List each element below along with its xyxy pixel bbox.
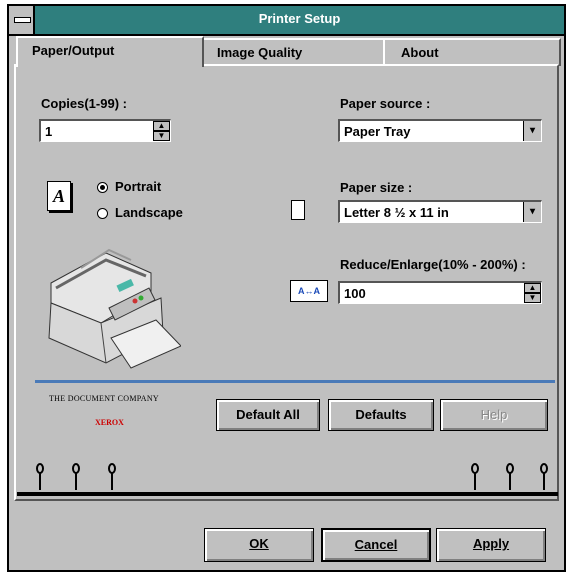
section-divider bbox=[35, 380, 555, 383]
ok-label: OK bbox=[249, 536, 269, 551]
ok-button[interactable]: OK bbox=[204, 528, 314, 562]
defaults-button[interactable]: Defaults bbox=[328, 399, 434, 431]
portrait-radio[interactable] bbox=[97, 182, 108, 193]
tab-image-quality[interactable]: Image Quality bbox=[199, 38, 389, 66]
copies-stepper[interactable]: 1 ▲ ▼ bbox=[39, 119, 171, 142]
tab-about-label: About bbox=[401, 45, 439, 60]
tab-image-quality-label: Image Quality bbox=[217, 45, 303, 60]
paper-size-value: Letter 8 ½ x 11 in bbox=[344, 205, 449, 220]
fax-machine-illustration bbox=[48, 248, 181, 369]
window-title: Printer Setup bbox=[258, 11, 341, 26]
help-button[interactable]: Help bbox=[440, 399, 548, 431]
system-menu-icon bbox=[14, 17, 31, 23]
reduce-enlarge-stepper[interactable]: 100 ▲ ▼ bbox=[338, 281, 542, 304]
portrait-page-icon: A bbox=[47, 181, 71, 211]
spin-down-icon[interactable]: ▼ bbox=[524, 293, 541, 303]
paper-size-select[interactable]: Letter 8 ½ x 11 in ▾ bbox=[338, 200, 542, 223]
brand-tagline: THE DOCUMENT COMPANY bbox=[49, 394, 160, 403]
copies-value: 1 bbox=[45, 124, 53, 139]
xerox-logo: XEROX bbox=[95, 418, 124, 427]
printer-setup-window: Printer Setup Image Quality About Paper/… bbox=[7, 4, 566, 572]
dropdown-arrow-icon[interactable]: ▾ bbox=[523, 202, 541, 222]
reduce-enlarge-icon: A↔A bbox=[290, 280, 328, 302]
landscape-radio[interactable] bbox=[97, 208, 108, 219]
spin-up-icon[interactable]: ▲ bbox=[153, 121, 170, 131]
tab-paper-output-label: Paper/Output bbox=[32, 43, 115, 58]
apply-button[interactable]: Apply bbox=[436, 528, 546, 562]
paper-source-value: Paper Tray bbox=[344, 124, 411, 139]
paper-size-label: Paper size : bbox=[340, 180, 413, 195]
reduce-enlarge-label: Reduce/Enlarge(10% - 200%) : bbox=[340, 257, 526, 272]
title-bar[interactable]: Printer Setup bbox=[9, 6, 564, 36]
copies-label: Copies(1-99) : bbox=[41, 96, 127, 111]
cancel-button[interactable]: Cancel bbox=[321, 528, 431, 562]
landscape-label: Landscape bbox=[115, 205, 183, 220]
tab-about[interactable]: About bbox=[383, 38, 561, 66]
cancel-label: Cancel bbox=[354, 537, 398, 552]
paper-source-select[interactable]: Paper Tray ▾ bbox=[338, 119, 542, 142]
reduce-enlarge-value: 100 bbox=[344, 286, 366, 301]
spin-down-icon[interactable]: ▼ bbox=[153, 131, 170, 141]
portrait-label: Portrait bbox=[115, 179, 162, 194]
system-menu-button[interactable] bbox=[9, 6, 35, 34]
default-all-button[interactable]: Default All bbox=[216, 399, 320, 431]
paper-size-icon bbox=[291, 200, 305, 220]
spin-up-icon[interactable]: ▲ bbox=[524, 283, 541, 293]
apply-label: Apply bbox=[472, 536, 510, 551]
reduce-enlarge-spin: ▲ ▼ bbox=[524, 283, 541, 303]
paper-source-label: Paper source : bbox=[340, 96, 431, 111]
dropdown-arrow-icon[interactable]: ▾ bbox=[523, 121, 541, 141]
binder-spine bbox=[17, 492, 558, 496]
copies-spin: ▲ ▼ bbox=[153, 121, 170, 141]
tab-paper-output[interactable]: Paper/Output bbox=[16, 36, 204, 67]
